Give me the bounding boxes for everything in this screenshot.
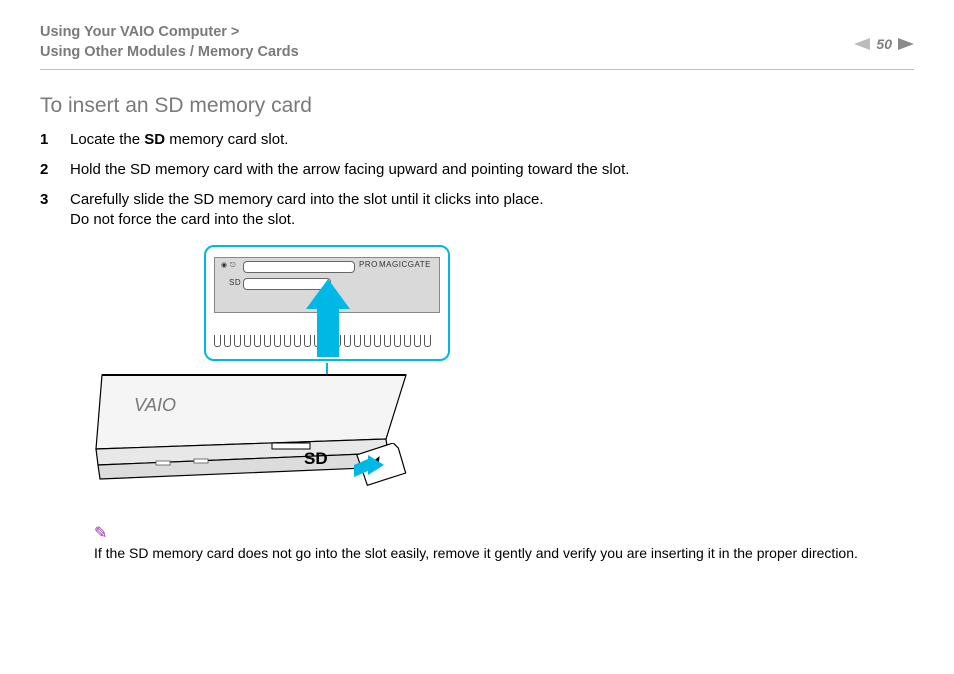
content-area: To insert an SD memory card 1 Locate the… [40, 70, 914, 561]
note-text: If the SD memory card does not go into t… [94, 545, 858, 561]
vaio-logo: VAIO [134, 395, 176, 415]
sd-slot-label: SD [229, 278, 241, 287]
step-number: 1 [40, 130, 52, 150]
sd-card-label: SD [304, 449, 328, 469]
page-header: Using Your VAIO Computer > Using Other M… [40, 22, 914, 63]
illustration: ◉ ⎋ PRO MAGICGATE SD [94, 245, 514, 505]
step-number: 2 [40, 160, 52, 180]
breadcrumb: Using Your VAIO Computer > Using Other M… [40, 22, 299, 63]
indicator-icons: ◉ ⎋ [221, 261, 236, 270]
pencil-note-icon: ✎ [94, 523, 914, 543]
memorystick-slot [243, 261, 355, 273]
step-text: Hold the SD memory card with the arrow f… [70, 160, 914, 180]
sd-card-icon [350, 443, 396, 477]
note-block: ✎ If the SD memory card does not go into… [94, 523, 914, 561]
page-nav: 50 [854, 22, 914, 52]
page-root: Using Your VAIO Computer > Using Other M… [0, 0, 954, 674]
steps-list: 1 Locate the SD memory card slot. 2 Hold… [40, 130, 914, 231]
magicgate-label: MAGICGATE [379, 260, 431, 269]
section-title: To insert an SD memory card [40, 94, 914, 118]
insert-arrow-icon [306, 279, 350, 357]
step-item: 2 Hold the SD memory card with the arrow… [40, 160, 914, 180]
step-number: 3 [40, 190, 52, 210]
breadcrumb-line-2: Using Other Modules / Memory Cards [40, 42, 299, 62]
breadcrumb-line-1: Using Your VAIO Computer > [40, 22, 299, 42]
step-item: 3 Carefully slide the SD memory card int… [40, 190, 914, 231]
next-page-arrow-icon[interactable] [898, 38, 914, 50]
step-item: 1 Locate the SD memory card slot. [40, 130, 914, 150]
step-text: Locate the SD memory card slot. [70, 130, 914, 150]
page-number: 50 [876, 36, 892, 52]
prev-page-arrow-icon[interactable] [854, 38, 870, 50]
detail-callout: ◉ ⎋ PRO MAGICGATE SD [204, 245, 450, 361]
pro-label: PRO [359, 260, 378, 269]
step-text: Carefully slide the SD memory card into … [70, 190, 914, 231]
